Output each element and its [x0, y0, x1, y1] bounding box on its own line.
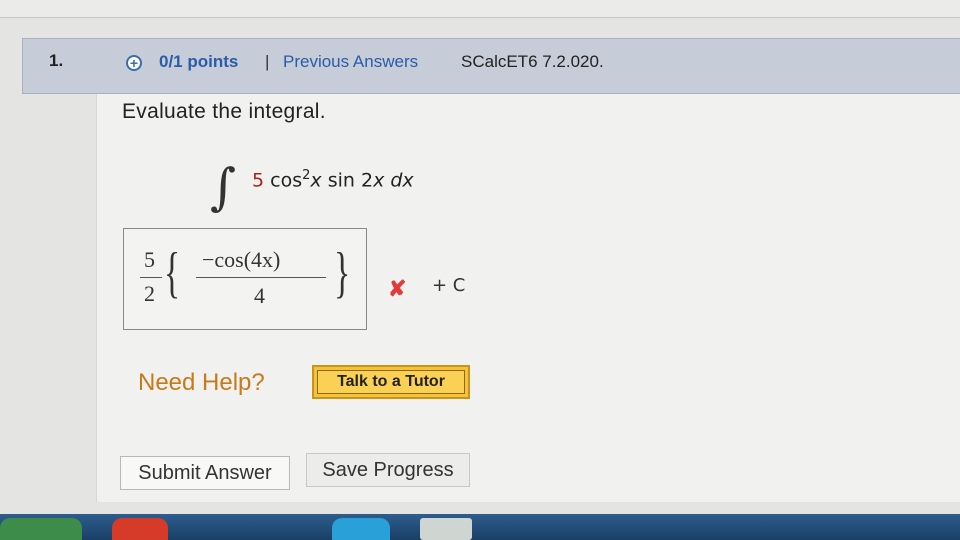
integrand-coefficient: 5: [252, 169, 265, 192]
expand-plus-icon[interactable]: +: [126, 55, 142, 71]
answer-inner-frac-line: [196, 277, 326, 278]
integrand: 5 cos2x sin 2x dx: [252, 168, 414, 191]
answer-frac-line: [140, 277, 162, 278]
talk-to-tutor-label: Talk to a Tutor: [317, 370, 465, 394]
answer-frac-denominator: 2: [144, 281, 155, 306]
question-header: 1. + 0/1 points | Previous Answers SCalc…: [22, 38, 960, 94]
integrand-dx: x: [402, 169, 414, 192]
answer-left-brace: {: [164, 242, 181, 304]
answer-right-brace: }: [334, 242, 351, 304]
previous-answers-link[interactable]: Previous Answers: [283, 52, 418, 72]
question-prompt: Evaluate the integral.: [122, 100, 326, 123]
taskbar: [0, 514, 960, 540]
submit-answer-button[interactable]: Submit Answer: [120, 456, 290, 490]
answer-frac-numerator: 5: [144, 247, 155, 272]
question-source: SCalcET6 7.2.020.: [461, 52, 604, 71]
app-icon[interactable]: [420, 518, 472, 540]
incorrect-x-icon: ✘: [388, 276, 407, 301]
outer-frame: [0, 0, 960, 18]
integrand-d: d: [390, 169, 403, 192]
points-link[interactable]: 0/1 points: [159, 52, 238, 72]
integrand-x2: x: [373, 169, 385, 192]
answer-box[interactable]: 5 2 { −cos(4x) 4 }: [123, 228, 367, 330]
integral-sign: ∫: [210, 158, 237, 216]
constant-of-integration: + C: [432, 275, 466, 296]
internet-explorer-icon[interactable]: [332, 518, 390, 540]
answer-inner-numerator: −cos(4x): [202, 247, 281, 272]
integrand-x: x: [310, 169, 322, 192]
question-number: 1.: [49, 51, 64, 70]
header-separator: |: [265, 52, 270, 71]
save-progress-button[interactable]: Save Progress: [306, 453, 470, 487]
integrand-cos: cos: [270, 169, 303, 192]
answer-inner-denominator: 4: [254, 283, 265, 308]
need-help-label: Need Help?: [138, 369, 265, 396]
start-orb-icon[interactable]: [0, 518, 82, 540]
chrome-icon[interactable]: [112, 518, 168, 540]
integrand-sin: sin 2: [327, 169, 374, 192]
talk-to-tutor-button[interactable]: Talk to a Tutor: [312, 365, 470, 399]
